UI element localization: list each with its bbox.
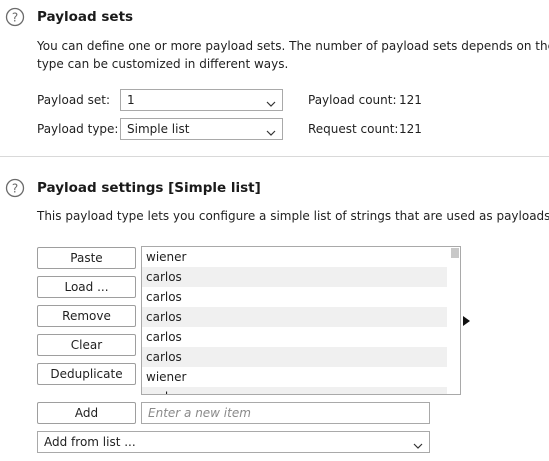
deduplicate-button[interactable]: Deduplicate — [37, 363, 136, 385]
list-item[interactable]: wiener — [142, 367, 447, 387]
svg-text:?: ? — [12, 182, 18, 196]
chevron-down-icon — [266, 95, 276, 107]
remove-button[interactable]: Remove — [37, 305, 136, 327]
chevron-down-icon — [266, 124, 276, 136]
section-title-payload-settings: Payload settings [Simple list] — [37, 180, 261, 196]
payload-count-value: 121 — [399, 93, 422, 107]
payload-sets-description-line2: type can be customized in different ways… — [37, 57, 289, 71]
list-item[interactable]: carlos — [142, 347, 447, 367]
section-title-payload-sets: Payload sets — [37, 9, 134, 25]
add-button[interactable]: Add — [37, 402, 136, 424]
section-divider — [0, 156, 549, 157]
request-count-value: 121 — [399, 122, 422, 136]
payload-set-label: Payload set: — [37, 93, 110, 107]
list-scrollbar-thumb[interactable] — [451, 248, 459, 258]
list-item[interactable]: carlos — [142, 307, 447, 327]
payload-type-select[interactable]: Simple list — [120, 118, 283, 140]
add-from-list-select[interactable]: Add from list ... — [37, 431, 430, 453]
help-circle-icon[interactable]: ? — [5, 178, 25, 198]
list-item[interactable]: carlos — [142, 287, 447, 307]
payload-sets-description-line1: You can define one or more payload sets.… — [37, 39, 549, 53]
list-item[interactable]: wiener — [142, 247, 447, 267]
new-item-input[interactable] — [141, 402, 430, 424]
svg-text:?: ? — [12, 11, 18, 25]
list-item[interactable]: carlos — [142, 267, 447, 287]
payload-count-label: Payload count: — [308, 93, 397, 107]
list-item[interactable]: carlos — [142, 387, 447, 394]
payload-type-value: Simple list — [127, 122, 190, 136]
clear-button[interactable]: Clear — [37, 334, 136, 356]
request-count-label: Request count: — [308, 122, 399, 136]
payload-type-label: Payload type: — [37, 122, 119, 136]
help-circle-icon[interactable]: ? — [5, 7, 25, 27]
add-from-list-value: Add from list ... — [44, 435, 136, 449]
paste-button[interactable]: Paste — [37, 247, 136, 269]
list-item[interactable]: carlos — [142, 327, 447, 347]
load-button[interactable]: Load ... — [37, 276, 136, 298]
triangle-right-icon — [463, 316, 470, 326]
payload-settings-description: This payload type lets you configure a s… — [37, 209, 549, 223]
payload-set-value: 1 — [127, 93, 135, 107]
chevron-down-icon — [413, 437, 423, 449]
payload-list[interactable]: wiener carlos carlos carlos carlos carlo… — [141, 246, 461, 395]
payload-set-select[interactable]: 1 — [120, 89, 283, 111]
